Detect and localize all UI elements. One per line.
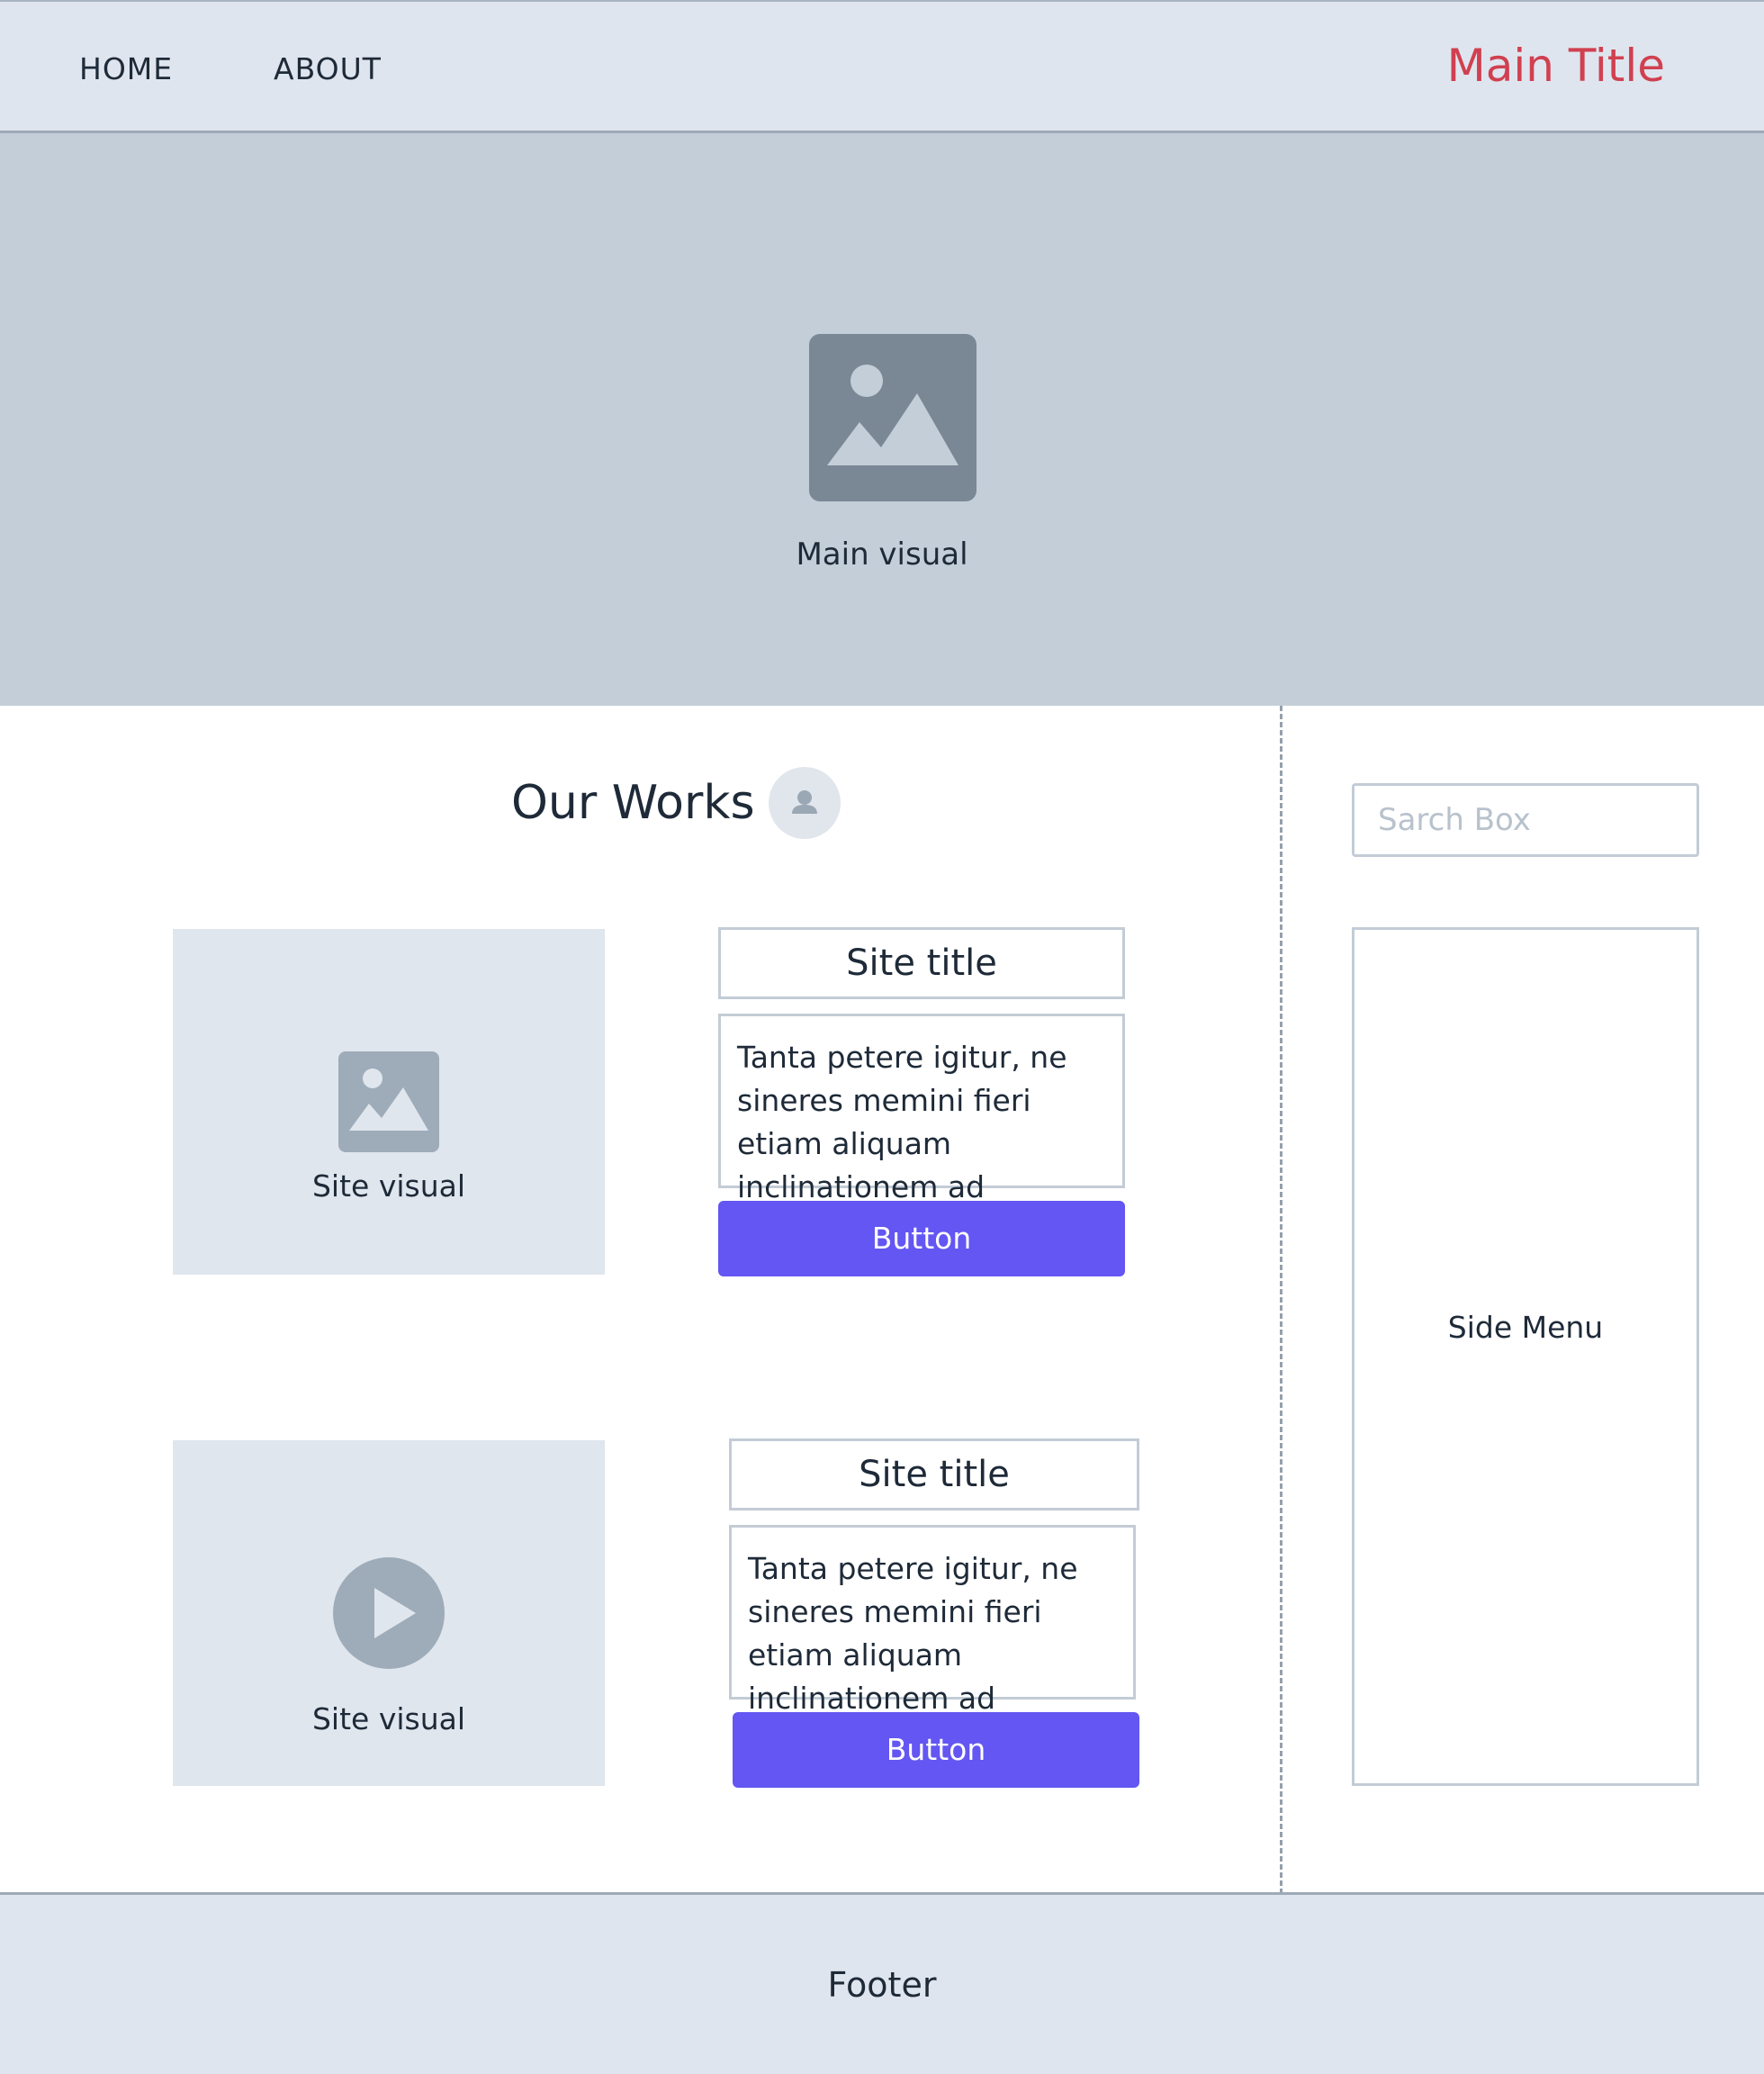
content-divider bbox=[1280, 706, 1282, 1894]
nav-home-link[interactable]: HOME bbox=[79, 51, 173, 86]
search-input[interactable] bbox=[1352, 783, 1699, 857]
hero-label: Main visual bbox=[796, 537, 968, 573]
card-site-title: Site title bbox=[718, 927, 1125, 999]
side-menu[interactable]: Side Menu bbox=[1352, 927, 1699, 1786]
side-menu-label: Side Menu bbox=[1447, 1310, 1604, 1345]
image-icon bbox=[338, 1051, 439, 1152]
card-button[interactable]: Button bbox=[718, 1201, 1125, 1276]
header: HOME ABOUT Main Title bbox=[0, 0, 1764, 133]
card-button[interactable]: Button bbox=[733, 1712, 1139, 1788]
section-title: Our Works bbox=[511, 776, 755, 830]
avatar bbox=[769, 767, 841, 839]
image-icon bbox=[809, 334, 976, 501]
play-icon bbox=[333, 1557, 445, 1669]
hero-main-visual: Main visual bbox=[0, 133, 1764, 706]
nav-about-link[interactable]: ABOUT bbox=[274, 51, 382, 86]
card-visual: Site visual bbox=[173, 1440, 605, 1786]
footer: Footer bbox=[0, 1892, 1764, 2074]
user-icon bbox=[792, 790, 817, 814]
main-title: Main Title bbox=[1446, 40, 1665, 92]
card-visual-label: Site visual bbox=[311, 1168, 466, 1204]
footer-label: Footer bbox=[827, 1965, 937, 2005]
card-visual: Site visual bbox=[173, 929, 605, 1275]
card-site-title: Site title bbox=[729, 1438, 1139, 1510]
card-visual-label: Site visual bbox=[311, 1701, 466, 1736]
card-description: Tanta petere igitur, ne sineres memini f… bbox=[729, 1525, 1136, 1716]
card-description: Tanta petere igitur, ne sineres memini f… bbox=[718, 1014, 1125, 1204]
